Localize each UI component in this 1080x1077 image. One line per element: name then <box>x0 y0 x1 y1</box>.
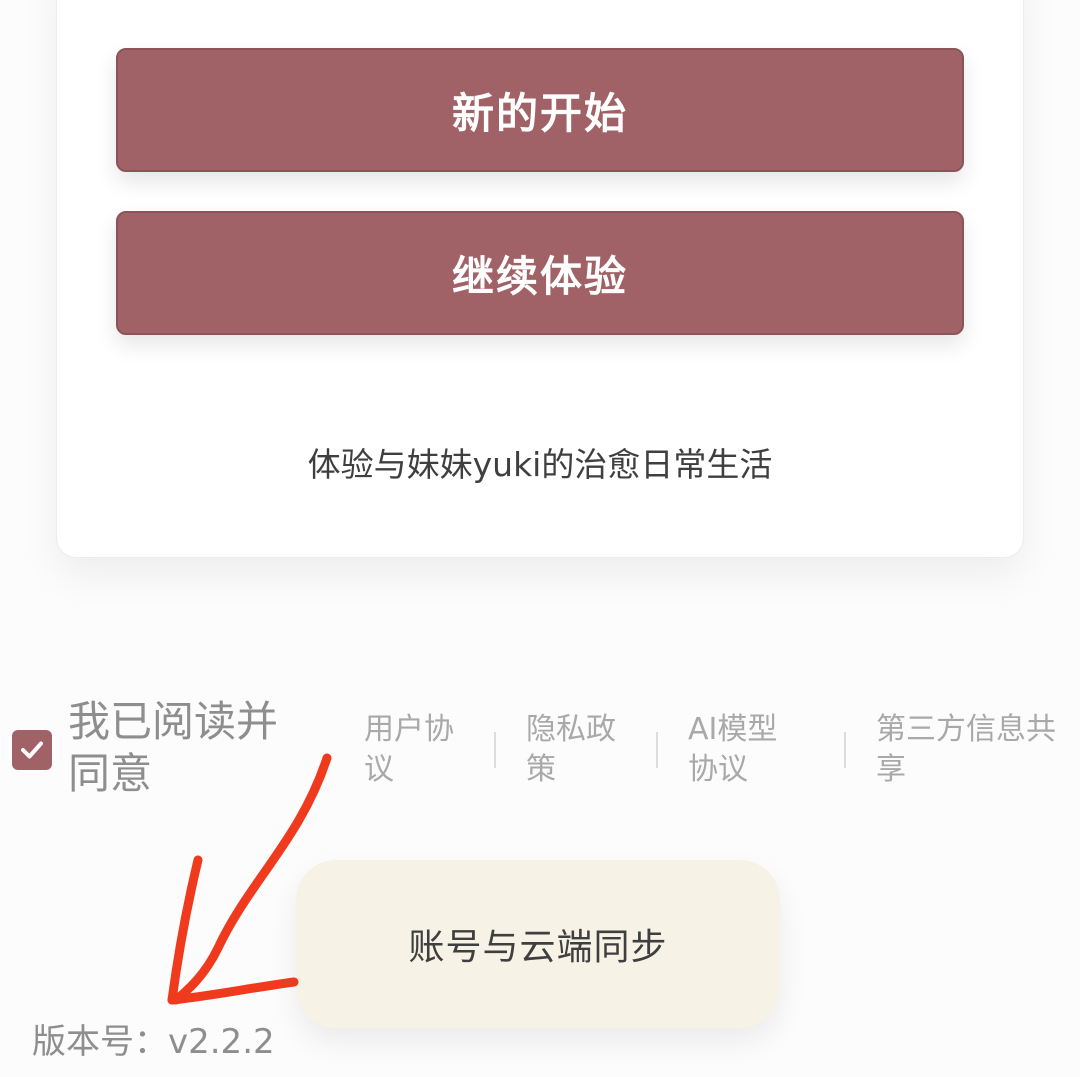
privacy-policy-link[interactable]: 隐私政策 <box>526 710 636 790</box>
tagline: 体验与妹妹yuki的治愈日常生活 <box>307 445 773 484</box>
agree-text: 我已阅读并同意 <box>68 697 279 798</box>
third-party-sharing-link[interactable]: 第三方信息共享 <box>876 710 1056 790</box>
link-divider <box>656 732 658 768</box>
user-agreement-link[interactable]: 用户协议 <box>364 710 474 790</box>
ai-model-agreement-link[interactable]: AI模型协议 <box>688 710 798 790</box>
link-divider <box>844 732 846 768</box>
agreement-row: 我已阅读并同意 用户协议 隐私政策 AI模型协议 第三方信息共享 <box>12 696 1080 816</box>
link-divider <box>494 732 496 768</box>
continue-button[interactable]: 继续体验 <box>116 211 964 335</box>
checkmark-icon <box>21 741 43 759</box>
account-sync-button[interactable]: 账号与云端同步 <box>296 860 780 1028</box>
version-label: 版本号：v2.2.2 <box>32 1022 275 1062</box>
agree-checkbox[interactable] <box>12 730 52 770</box>
new-start-button[interactable]: 新的开始 <box>116 48 964 172</box>
